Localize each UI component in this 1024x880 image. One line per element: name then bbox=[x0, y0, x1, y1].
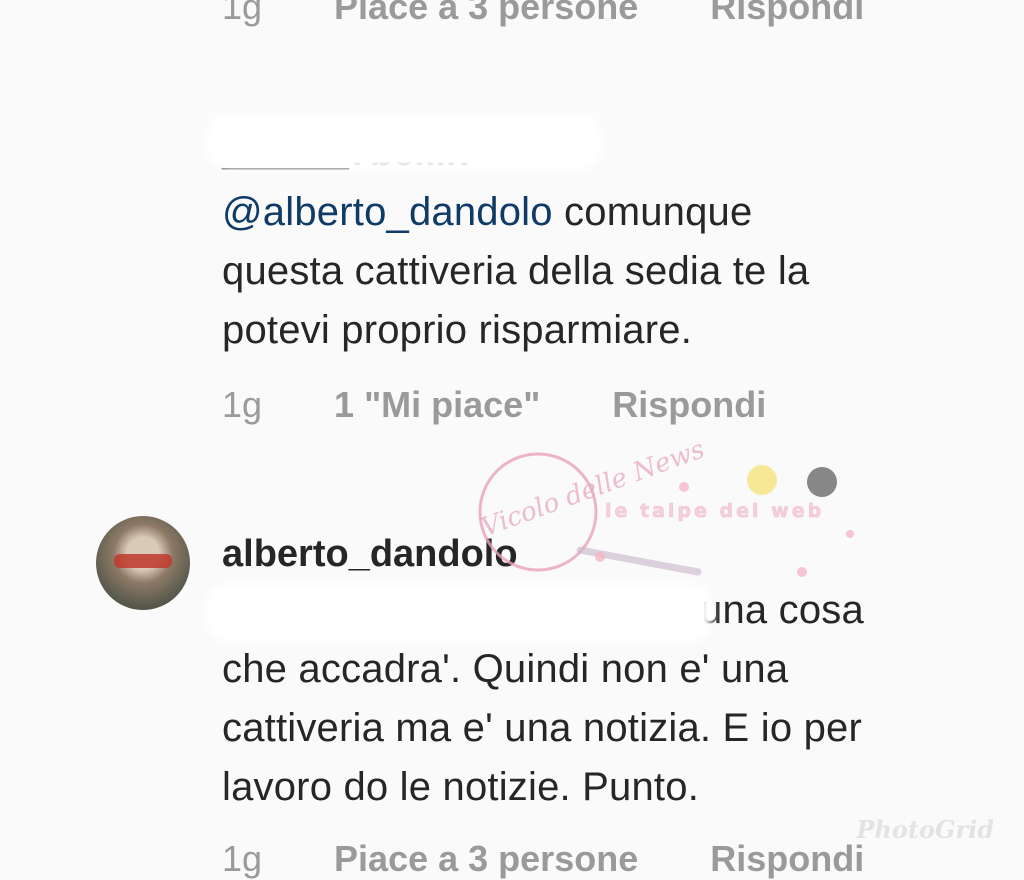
mention-link[interactable]: @alberto_dandolo bbox=[222, 190, 553, 234]
avatar[interactable] bbox=[96, 516, 190, 610]
comment-meta: 1g 1 "Mi piace" Rispondi bbox=[222, 384, 766, 426]
likes-count-link[interactable]: Piace a 3 persone bbox=[334, 838, 638, 880]
likes-count-link[interactable]: 1 "Mi piace" bbox=[334, 384, 540, 426]
comment-age: 1g bbox=[222, 0, 263, 27]
comment-age: 1g bbox=[222, 838, 263, 879]
watermark-banner-text: le talpe del web bbox=[605, 500, 824, 522]
comment-text-line-2: questa cattiveria della sedia te la bbox=[222, 249, 810, 293]
comment-text-line-1: comunque bbox=[552, 190, 753, 234]
reply-button[interactable]: Rispondi bbox=[710, 838, 864, 880]
comment-age: 1g bbox=[222, 384, 263, 425]
photogrid-watermark: PhotoGrid bbox=[856, 815, 994, 844]
reply-button[interactable]: Rispondi bbox=[612, 384, 766, 426]
avatar-glasses bbox=[114, 554, 172, 568]
comment-text-line-4: lavoro do le notizie. Punto. bbox=[222, 765, 700, 809]
reply-button[interactable]: Rispondi bbox=[710, 0, 864, 28]
top-comment-meta: 1g Piace a 3 persone Rispondi bbox=[222, 0, 864, 28]
likes-count-link[interactable]: Piace a 3 persone bbox=[334, 0, 638, 28]
comment-text-line-2: che accadra'. Quindi non e' una bbox=[222, 647, 789, 691]
comment-text: @alberto_dandolo comunque questa cattive… bbox=[222, 183, 1012, 360]
mention-redaction bbox=[214, 592, 704, 634]
watermark-logo: Vicolo delle News le talpe del web bbox=[477, 434, 854, 577]
comment-text-line-3: potevi proprio risparmiare. bbox=[222, 308, 693, 352]
comment-text-line-1: una cosa bbox=[700, 588, 864, 632]
username-redaction bbox=[214, 122, 594, 162]
comment-text-line-3: cattiveria ma e' una notizia. E io per bbox=[222, 706, 863, 750]
comment-meta: 1g Piace a 3 persone Rispondi bbox=[222, 838, 864, 880]
